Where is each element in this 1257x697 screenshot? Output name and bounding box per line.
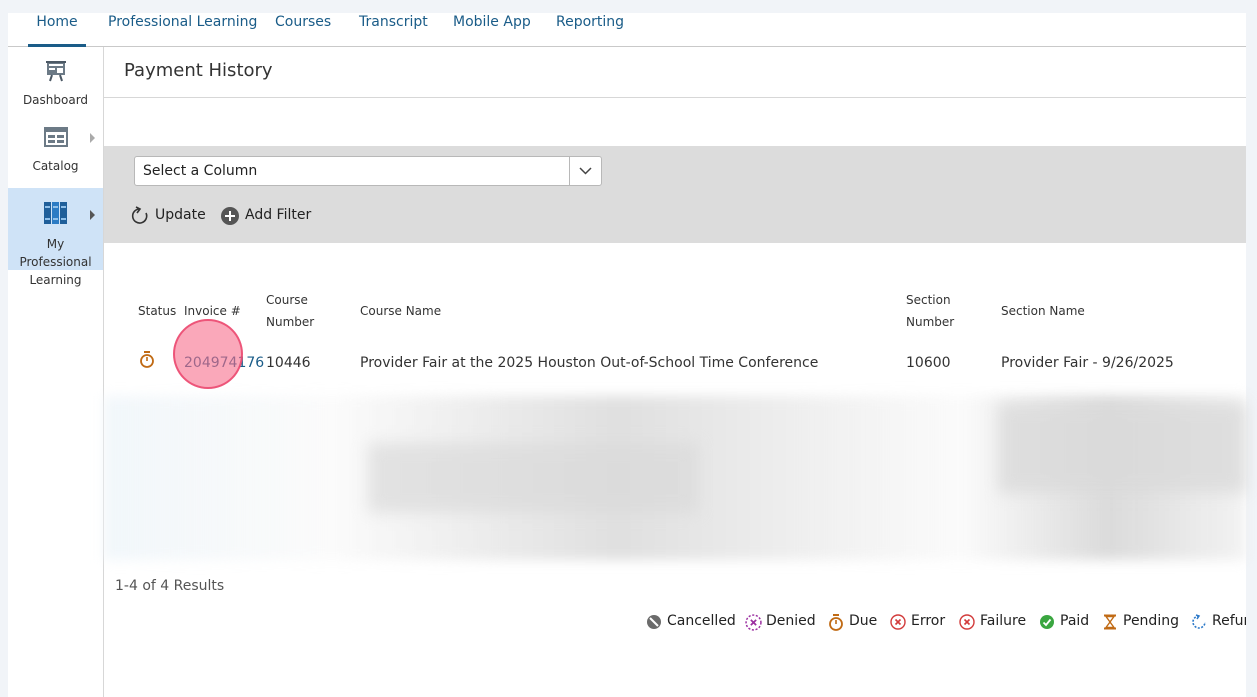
header-course-number-line2: Number xyxy=(266,315,315,329)
legend-error: Error xyxy=(890,613,950,633)
legend-pending: Pending xyxy=(1102,613,1182,633)
chevron-right-icon xyxy=(90,133,95,143)
error-icon xyxy=(890,614,906,630)
header-course-name[interactable]: Course Name xyxy=(360,300,441,322)
tab-professional-learning[interactable]: Professional Learning xyxy=(108,13,257,47)
section-name-cell: Provider Fair - 9/26/2025 xyxy=(1001,355,1174,371)
app-frame: Home Professional Learning Courses Trans… xyxy=(8,13,1246,697)
top-nav: Home Professional Learning Courses Trans… xyxy=(8,13,1246,47)
invoice-link[interactable]: 204974176 xyxy=(184,355,264,371)
header-course-number-line1: Course xyxy=(266,293,308,307)
sidebar-item-my-professional-learning[interactable]: My Professional Learning xyxy=(8,188,103,287)
header-invoice[interactable]: Invoice # xyxy=(184,300,241,322)
header-section-number-line2: Number xyxy=(906,315,955,329)
books-icon xyxy=(43,202,67,224)
header-section-number-line1: Section xyxy=(906,293,951,307)
legend-label: Refur xyxy=(1212,613,1246,629)
failure-icon xyxy=(959,614,975,630)
filter-bar: Select a Column Update Add Filter xyxy=(104,146,1246,243)
catalog-icon xyxy=(43,127,68,147)
legend-refund: Refur xyxy=(1191,613,1246,633)
update-button[interactable]: Update xyxy=(130,206,210,227)
course-number-cell: 10446 xyxy=(266,355,311,371)
section-number-cell: 10600 xyxy=(906,355,951,371)
add-filter-button[interactable]: Add Filter xyxy=(220,207,320,227)
header-status[interactable]: Status xyxy=(138,300,176,322)
tab-courses[interactable]: Courses xyxy=(275,13,331,47)
sidebar-item-label: Catalog xyxy=(32,159,79,173)
tab-reporting[interactable]: Reporting xyxy=(556,13,624,47)
legend-paid: Paid xyxy=(1039,613,1094,633)
header-section-number[interactable]: Section Number xyxy=(906,289,954,333)
dashboard-icon xyxy=(45,61,66,82)
legend-due: Due xyxy=(828,613,883,633)
refund-icon xyxy=(1192,614,1206,629)
sidebar-item-label: Dashboard xyxy=(22,93,89,107)
column-select[interactable]: Select a Column xyxy=(134,156,602,186)
legend-label: Denied xyxy=(766,613,816,629)
refresh-icon xyxy=(131,206,148,224)
legend-denied: Denied xyxy=(745,613,817,633)
tab-transcript[interactable]: Transcript xyxy=(359,13,428,47)
legend-label: Cancelled xyxy=(667,613,736,629)
title-divider xyxy=(104,97,1246,98)
legend-label: Pending xyxy=(1123,613,1179,629)
column-select-value: Select a Column xyxy=(143,163,258,179)
sidebar: Dashboard Catalog My Professional Learni… xyxy=(8,47,104,697)
sidebar-item-label: My Professional Learning xyxy=(19,237,92,287)
tab-mobile-app[interactable]: Mobile App xyxy=(453,13,531,47)
legend-label: Paid xyxy=(1060,613,1090,629)
stopwatch-icon xyxy=(140,351,154,368)
legend-label: Failure xyxy=(980,613,1027,629)
column-select-toggle[interactable] xyxy=(569,157,601,185)
course-name-cell: Provider Fair at the 2025 Houston Out-of… xyxy=(360,355,819,371)
sidebar-item-catalog[interactable]: Catalog xyxy=(8,125,103,185)
header-course-number[interactable]: Course Number xyxy=(266,289,314,333)
update-label: Update xyxy=(155,207,206,223)
tab-home[interactable]: Home xyxy=(28,13,86,47)
redacted-block xyxy=(368,443,698,513)
results-summary: 1-4 of 4 Results xyxy=(115,578,225,594)
redacted-block xyxy=(998,403,1246,493)
legend-label: Error xyxy=(911,613,946,629)
sidebar-item-dashboard[interactable]: Dashboard xyxy=(8,59,103,119)
header-section-name[interactable]: Section Name xyxy=(1001,300,1085,322)
denied-icon xyxy=(745,614,762,631)
legend-failure: Failure xyxy=(959,613,1029,633)
paid-check-icon xyxy=(1040,615,1054,629)
click-indicator xyxy=(173,319,243,389)
chevron-right-icon xyxy=(90,210,95,220)
page-title: Payment History xyxy=(124,60,273,81)
hourglass-icon xyxy=(1104,614,1116,630)
plus-circle-icon xyxy=(221,207,239,225)
add-filter-label: Add Filter xyxy=(245,207,312,223)
chevron-down-icon xyxy=(579,167,592,175)
legend-cancelled: Cancelled xyxy=(646,613,736,633)
legend-label: Due xyxy=(849,613,878,629)
cancelled-icon xyxy=(647,615,661,629)
stopwatch-icon xyxy=(829,614,843,631)
